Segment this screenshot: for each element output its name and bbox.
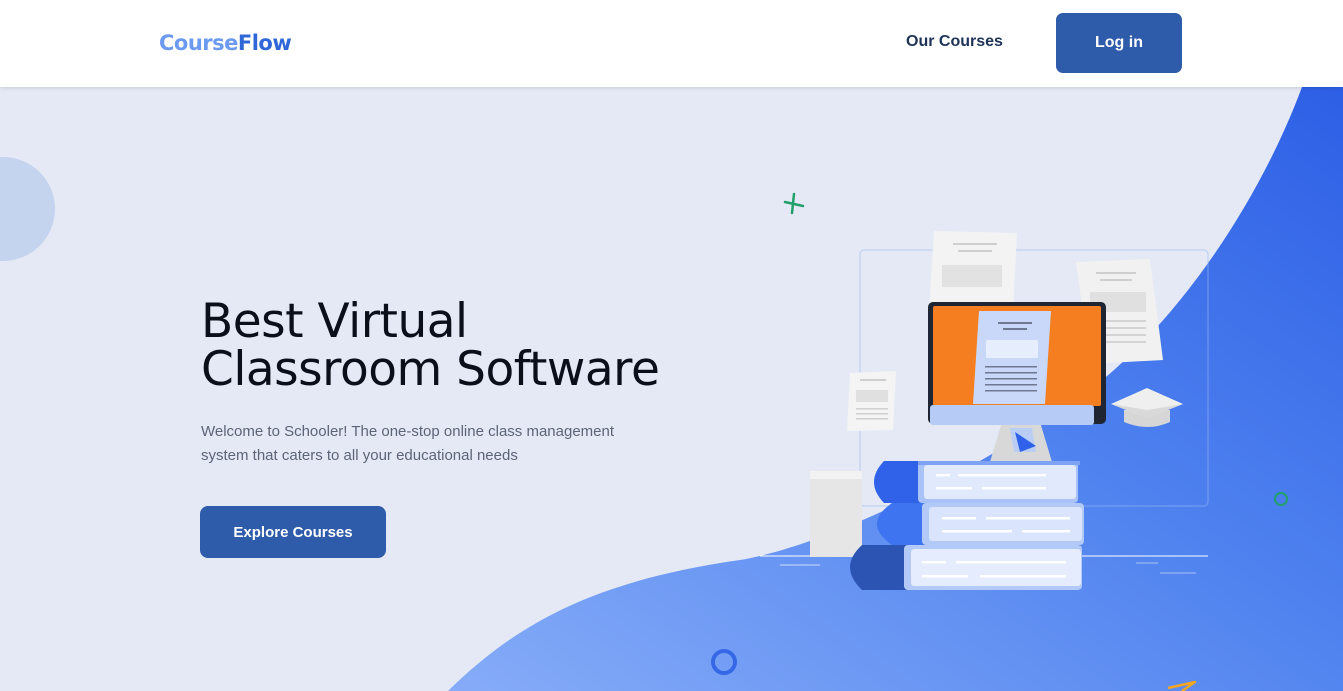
brand-name-part1: Course [159,31,238,55]
book-icon [874,461,1080,503]
nav-our-courses-link[interactable]: Our Courses [906,33,1003,51]
decor-circle [0,157,55,261]
book-icon [850,545,1082,590]
hero-subtitle: Welcome to Schooler! The one-stop online… [201,423,615,464]
explore-courses-button[interactable]: Explore Courses [200,506,386,558]
book-icon [877,503,1084,545]
brand-name-part2: Flow [237,31,292,55]
top-navbar: CourseFlow Our Courses Log in [0,0,1343,87]
brand-logo[interactable]: CourseFlow [159,31,292,55]
login-button[interactable]: Log in [1056,13,1182,73]
hero-title-line2: Classroom Software [201,342,660,397]
hero-section: Best Virtual Classroom Software Welcome … [201,298,671,468]
hero-title: Best Virtual Classroom Software [201,298,671,394]
plus-icon [783,192,805,215]
hero-title-line1: Best Virtual [201,294,468,349]
document-icon [847,371,896,431]
pedestal [810,471,862,557]
